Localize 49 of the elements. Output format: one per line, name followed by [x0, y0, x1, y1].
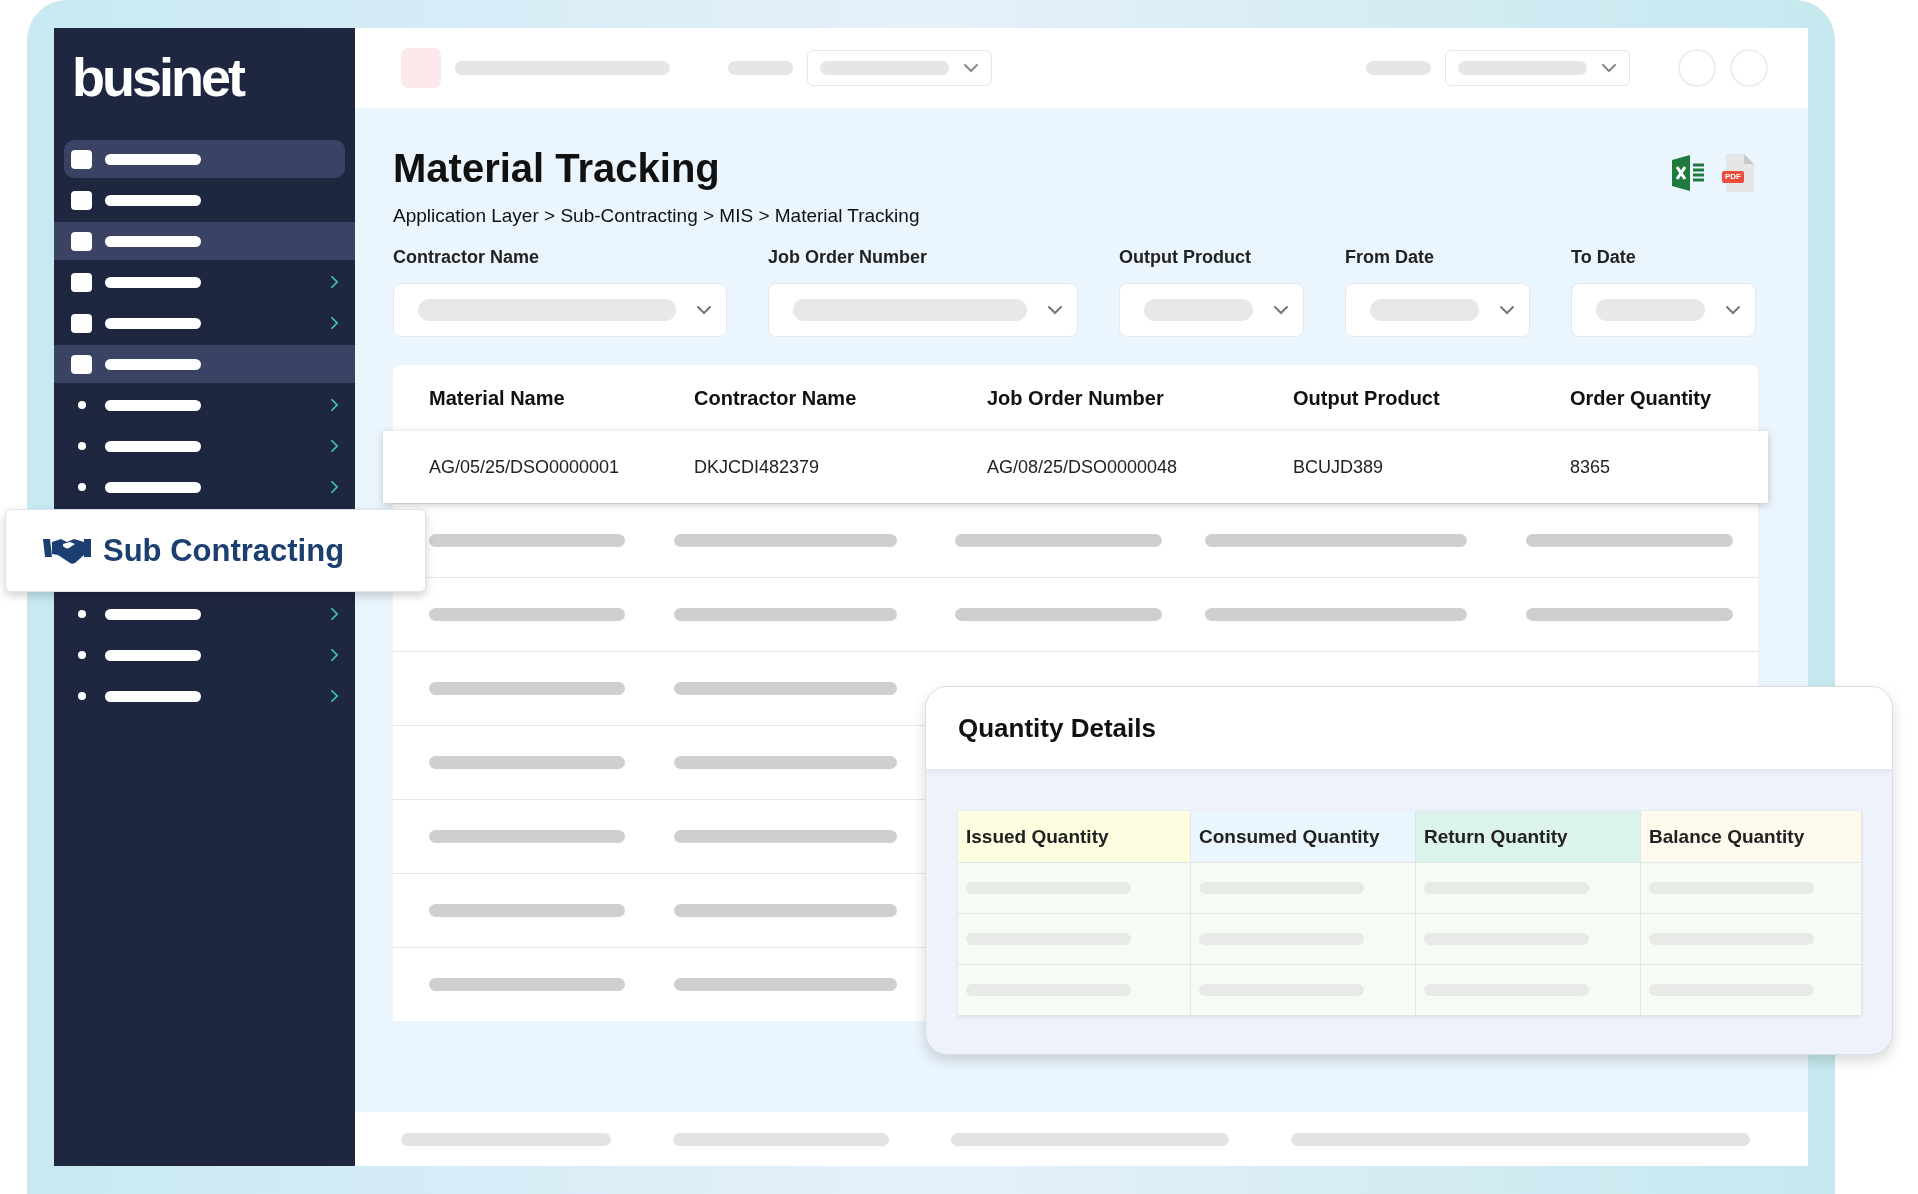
chevron-down-icon [1047, 305, 1063, 315]
card-title: Quantity Details [926, 687, 1892, 769]
column-header: Issued Quantity [958, 811, 1191, 863]
field-label: To Date [1571, 247, 1637, 268]
field-label: Job Order Number [768, 247, 929, 268]
table-cell-text: DKJCDI482379 [694, 456, 821, 478]
skeleton-bar [728, 61, 793, 75]
column-header: Consumed Quantity [1191, 811, 1416, 863]
field-label: From Date [1345, 247, 1435, 268]
dropdown-field[interactable] [1345, 283, 1530, 337]
page-title: Material Tracking [393, 146, 721, 191]
column-header: Contractor Name [694, 386, 858, 410]
table-cell-text: AG/05/25/DSO0000001 [429, 456, 621, 478]
menu-square-icon [71, 190, 92, 210]
column-header: Output Product [1293, 386, 1441, 410]
menu-square-icon [71, 231, 92, 251]
column-header: Balance Quantity [1641, 811, 1862, 863]
chevron-down-icon [1725, 305, 1741, 315]
chevron-down-icon [1273, 305, 1289, 315]
chevron-down-icon [1601, 63, 1617, 73]
column-header: Order Quantity [1570, 386, 1713, 410]
dropdown-field[interactable] [393, 283, 727, 337]
sidebar-item[interactable] [54, 345, 355, 383]
table-row[interactable]: AG/05/25/DSO0000001 DKJCDI482379 AG/08/25/DSO0000048 BCUJD389 8365 [383, 431, 1768, 503]
chevron-down-icon [963, 63, 979, 73]
dropdown-field[interactable] [1119, 283, 1304, 337]
chevron-down-icon [1499, 305, 1515, 315]
field-label: Contractor Name [393, 247, 541, 268]
logo: businet [72, 46, 243, 108]
field-label: Output Product [1119, 247, 1252, 268]
section-title: Sub Contracting [103, 532, 345, 569]
breadcrumb: Application Layer > Sub-Contracting > MIS > Material Tracking [393, 205, 920, 227]
chevron-down-icon [696, 305, 712, 315]
table-cell-text: 8365 [1570, 456, 1612, 478]
sidebar-item[interactable] [54, 222, 355, 260]
column-header: Return Quantity [1416, 811, 1641, 863]
dropdown-field[interactable] [1571, 283, 1756, 337]
column-header: Job Order Number [987, 386, 1165, 410]
column-header: Material Name [429, 386, 566, 410]
dropdown-field[interactable] [768, 283, 1078, 337]
spreadsheet-export-icon[interactable] [1672, 154, 1706, 192]
table-cell-text: AG/08/25/DSO0000048 [987, 456, 1179, 478]
menu-square-icon [71, 149, 92, 169]
menu-square-icon [71, 272, 92, 292]
table-cell-text: BCUJD389 [1293, 456, 1385, 478]
sidebar-item[interactable] [64, 140, 345, 178]
menu-square-icon [71, 354, 92, 374]
menu-square-icon [71, 313, 92, 333]
skeleton-bar [1366, 61, 1431, 75]
